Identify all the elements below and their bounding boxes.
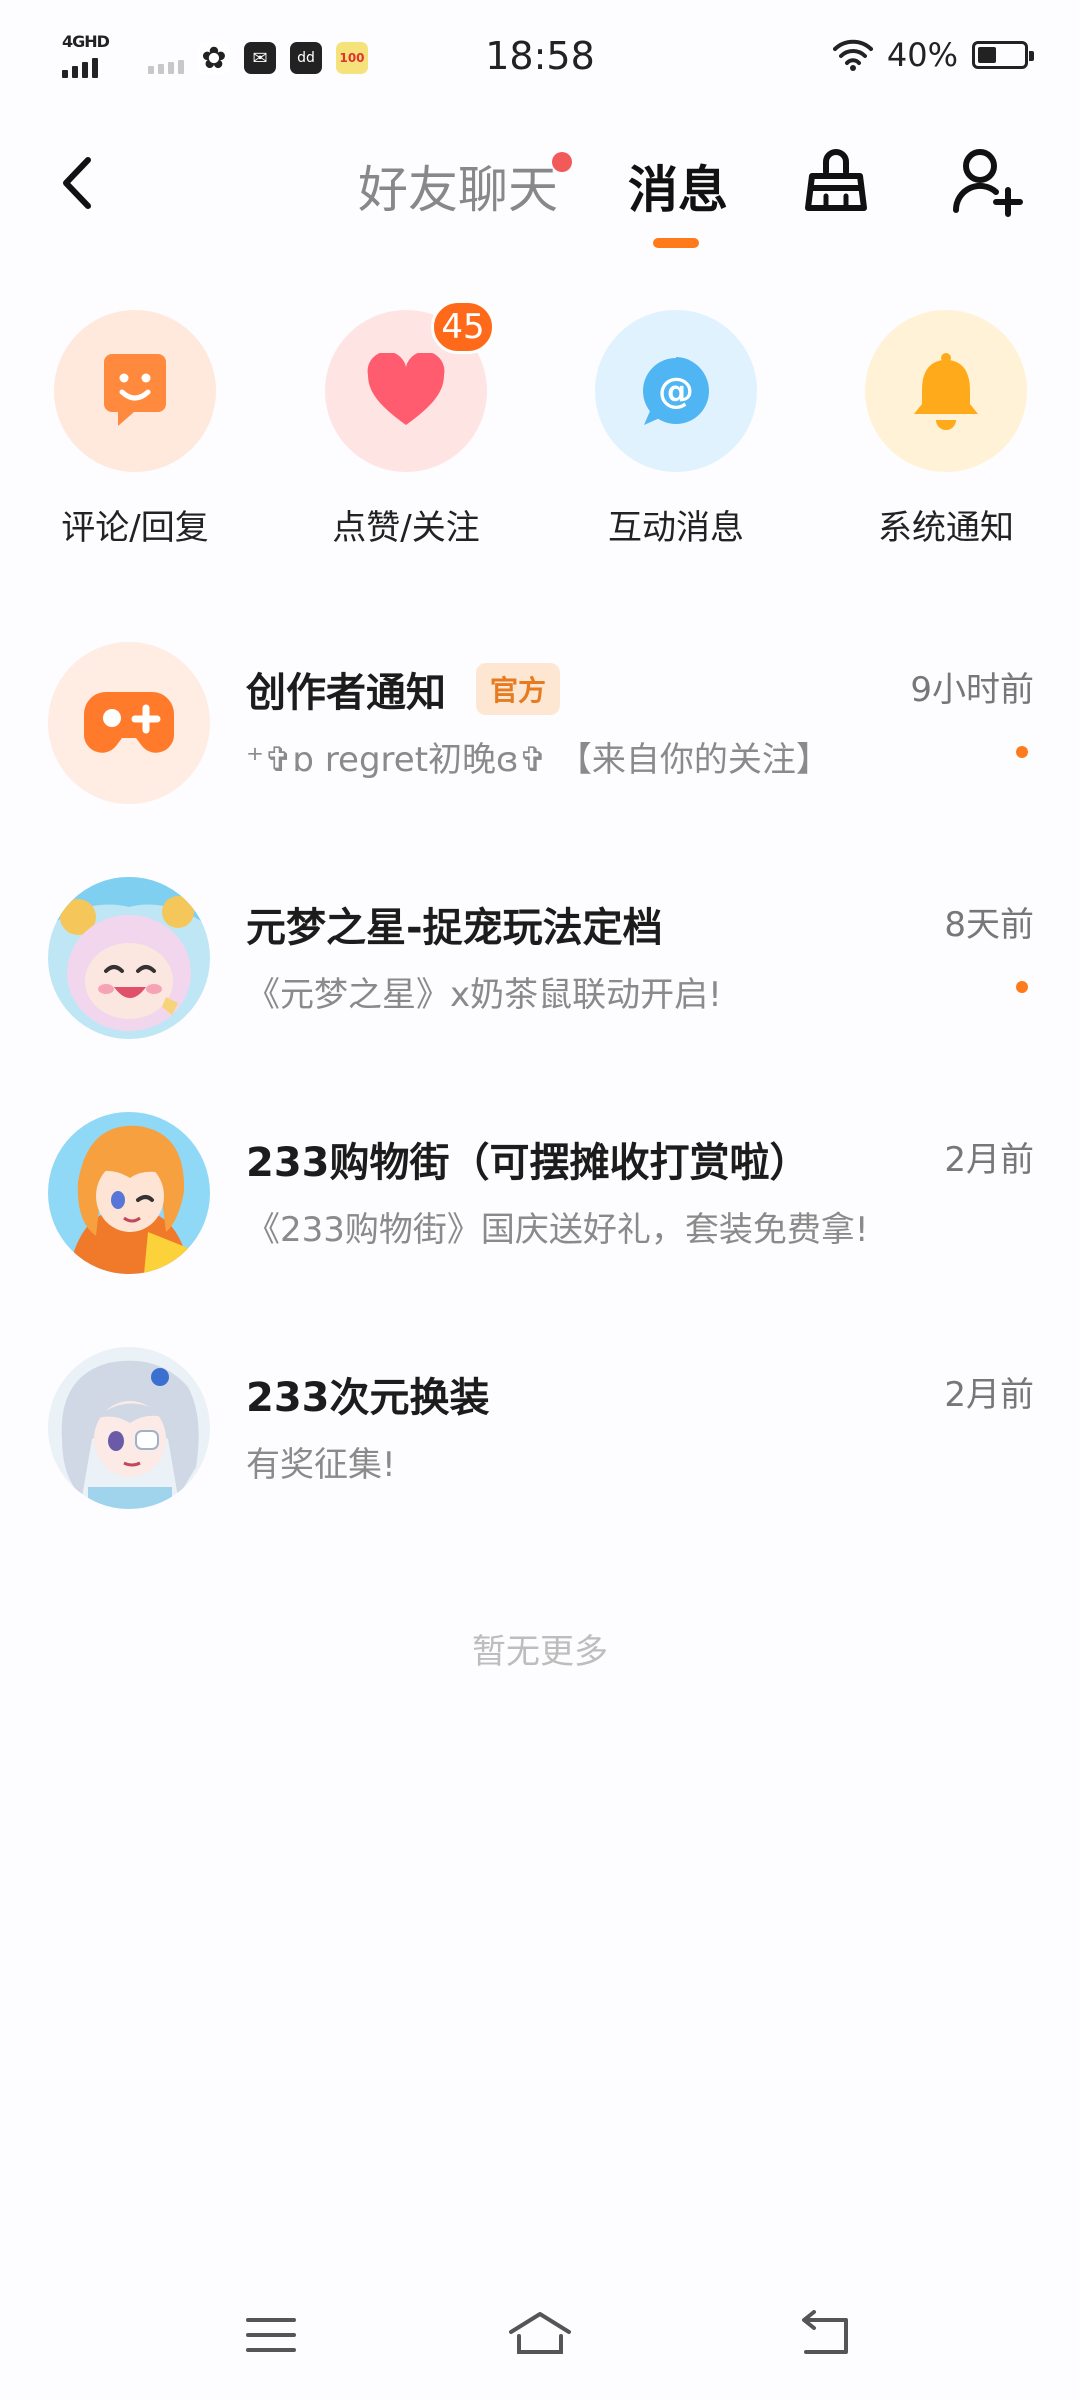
battery-percent: 40% <box>886 36 958 74</box>
active-tab-indicator <box>653 238 699 248</box>
shortcut-comment-reply[interactable]: 评论/回复 <box>25 310 245 549</box>
gamepad-icon <box>48 642 210 804</box>
shortcut-interaction[interactable]: @ 互动消息 <box>566 310 786 549</box>
list-item[interactable]: 创作者通知 官方 ⁺✞ɒ regret初晚ɞ✞ 【来自你的关注】 9小时前 <box>0 620 1080 855</box>
message-time: 2月前 <box>944 1375 1034 1415</box>
message-preview: 有奖征集! <box>246 1445 396 1485</box>
message-time: 2月前 <box>944 1140 1034 1180</box>
tab-messages-label: 消息 <box>628 161 728 219</box>
home-icon[interactable] <box>505 2300 575 2370</box>
shortcut-like-follow[interactable]: 45 点赞/关注 <box>296 300 516 549</box>
at-icon-circle: @ <box>595 310 757 472</box>
status-right: 40% <box>832 36 1034 74</box>
status-bar: 4GHD ✿ ✉ dd 100 18:58 40% <box>0 0 1080 120</box>
message-time: 9小时前 <box>910 670 1034 710</box>
no-more-text: 暂无更多 <box>472 1632 608 1672</box>
wifi-icon <box>832 39 873 71</box>
heart-icon <box>367 353 445 425</box>
message-time: 8天前 <box>944 905 1034 945</box>
official-tag: 官方 <box>476 663 561 715</box>
message-title: 元梦之星-捉宠玩法定档 <box>246 905 663 951</box>
like-count-badge: 45 <box>431 300 495 354</box>
bell-icon <box>914 353 978 430</box>
list-item[interactable]: 233购物街（可摆摊收打赏啦） 《233购物街》国庆送好礼，套装免费拿! 2月前 <box>0 1090 1080 1325</box>
orange-hair-girl-avatar <box>48 1112 210 1274</box>
heart-icon-circle: 45 <box>325 300 495 472</box>
at-sign-icon: @ <box>643 357 709 425</box>
tab-friend-chat-label: 好友聊天 <box>358 161 558 219</box>
clean-broom-icon[interactable] <box>796 142 876 222</box>
message-preview: 《元梦之星》x奶茶鼠联动开启! <box>246 975 722 1015</box>
silver-hair-girl-avatar <box>48 1347 210 1509</box>
battery-icon <box>972 41 1034 69</box>
battery-fill <box>978 47 996 63</box>
message-title-text: 创作者通知 <box>246 670 446 716</box>
message-title: 233购物街（可摆摊收打赏啦） <box>246 1140 810 1186</box>
comment-smile-icon <box>104 354 166 426</box>
comment-icon-circle <box>54 310 216 472</box>
shortcut-label: 点赞/关注 <box>332 508 480 548</box>
unread-dot <box>552 152 572 172</box>
message-title: 创作者通知 官方 <box>246 660 561 718</box>
shortcut-label: 互动消息 <box>608 508 744 548</box>
tab-messages[interactable]: 消息 <box>628 150 728 222</box>
header: 好友聊天 消息 <box>0 120 1080 270</box>
message-list: 创作者通知 官方 ⁺✞ɒ regret初晚ɞ✞ 【来自你的关注】 9小时前 元梦之… <box>0 620 1080 1560</box>
unread-dot <box>1016 981 1028 993</box>
svg-text:@: @ <box>658 371 694 412</box>
message-category-shortcuts: 评论/回复 45 点赞/关注 @ 互动消息 系统通知 <box>0 300 1080 560</box>
back-nav-icon[interactable] <box>790 2300 860 2370</box>
yuanmeng-character-avatar <box>48 877 210 1039</box>
menu-icon[interactable] <box>236 2300 306 2370</box>
message-preview: ⁺✞ɒ regret初晚ɞ✞ 【来自你的关注】 <box>246 740 830 780</box>
message-preview: 《233购物街》国庆送好礼，套装免费拿! <box>246 1210 869 1250</box>
list-item[interactable]: 233次元换装 有奖征集! 2月前 <box>0 1325 1080 1560</box>
unread-dot <box>1016 746 1028 758</box>
message-title: 233次元换装 <box>246 1375 490 1421</box>
add-user-icon[interactable] <box>948 142 1028 222</box>
shortcut-system-notice[interactable]: 系统通知 <box>836 310 1056 549</box>
list-item[interactable]: 元梦之星-捉宠玩法定档 《元梦之星》x奶茶鼠联动开启! 8天前 <box>0 855 1080 1090</box>
shortcut-label: 系统通知 <box>878 508 1014 548</box>
back-arrow-icon[interactable] <box>50 148 110 218</box>
system-nav-bar <box>0 2270 1080 2400</box>
tab-friend-chat[interactable]: 好友聊天 <box>358 150 572 222</box>
shortcut-label: 评论/回复 <box>61 508 209 548</box>
bell-icon-circle <box>865 310 1027 472</box>
